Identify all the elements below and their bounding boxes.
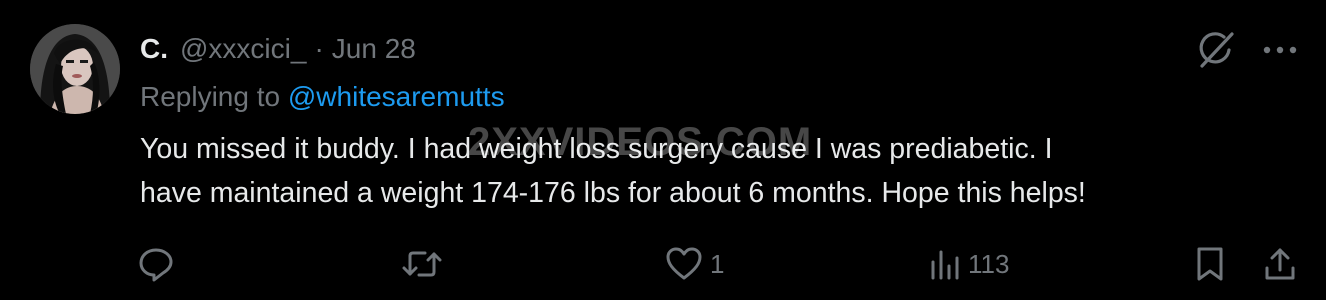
like-count: 1 — [710, 248, 725, 279]
tweet-text: You missed it buddy. I had weight loss s… — [140, 127, 1290, 215]
views-button[interactable]: 113 — [928, 242, 1009, 286]
views-count: 113 — [968, 248, 1010, 279]
bookmark-button[interactable] — [1192, 242, 1228, 286]
replying-to: Replying to @whitesaremutts — [140, 80, 505, 114]
tweet-actions: 1 113 — [0, 242, 1326, 286]
heart-icon — [666, 247, 702, 280]
grok-icon[interactable] — [1194, 28, 1238, 72]
tweet[interactable]: C. @xxxcici_ · Jun 28 Replying to @white… — [0, 0, 1326, 300]
replying-to-label: Replying to — [140, 81, 281, 112]
tweet-text-line: have maintained a weight 174-176 lbs for… — [140, 177, 1086, 209]
reply-button[interactable] — [136, 242, 176, 286]
separator-dot: · — [314, 33, 324, 64]
avatar[interactable] — [30, 24, 120, 114]
reply-icon — [139, 248, 173, 282]
share-icon — [1265, 248, 1295, 280]
retweet-icon — [402, 251, 442, 277]
tweet-date[interactable]: Jun 28 — [332, 32, 416, 66]
replying-to-link[interactable]: @whitesaremutts — [288, 81, 505, 112]
retweet-button[interactable] — [400, 242, 444, 286]
tweet-text-line: You missed it buddy. I had weight loss s… — [140, 133, 1053, 165]
avatar-image — [30, 24, 120, 114]
share-button[interactable] — [1262, 242, 1298, 286]
like-button[interactable]: 1 — [664, 242, 724, 286]
bookmark-icon — [1197, 247, 1223, 281]
tweet-header: C. @xxxcici_ · Jun 28 — [140, 32, 416, 66]
tweet-top-actions — [1194, 28, 1300, 72]
display-name[interactable]: C. — [140, 32, 168, 66]
more-icon[interactable] — [1260, 28, 1300, 72]
views-icon — [931, 250, 959, 280]
handle[interactable]: @xxxcici_ — [180, 32, 306, 66]
